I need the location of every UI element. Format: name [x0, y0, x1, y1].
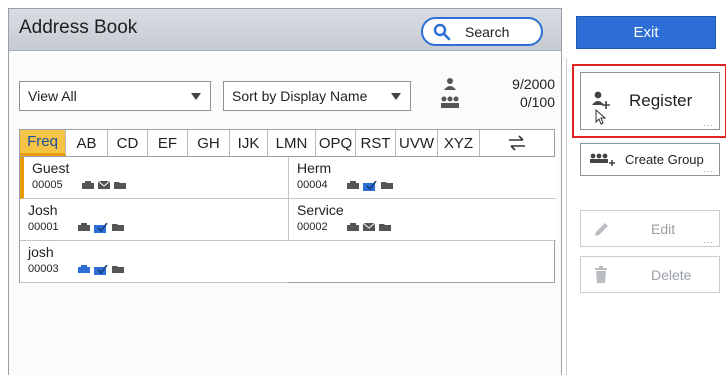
- entry-number: 00002: [297, 221, 328, 233]
- fax-icon: [347, 181, 359, 189]
- address-list-area: View All Sort by Display Name 9/2000 0/1…: [9, 51, 561, 375]
- fax-checked-icon: [78, 265, 90, 273]
- entry-herm[interactable]: Herm 00004: [288, 157, 556, 199]
- title-bar: Address Book Search: [9, 9, 561, 51]
- register-label: Register: [629, 91, 693, 110]
- trash-icon: [595, 266, 607, 283]
- create-group-button[interactable]: Create Group ...: [580, 143, 720, 176]
- pencil-icon: [595, 223, 608, 236]
- delete-label: Delete: [651, 267, 692, 283]
- address-entry-grid: Guest 00005 Herm 00004 Josh 00001 Servic…: [19, 157, 556, 283]
- entry-dest-icons: [82, 181, 126, 189]
- entry-dest-icons: [347, 181, 393, 191]
- search-icon: [433, 23, 451, 40]
- fax-icon: [82, 181, 94, 189]
- entry-guest[interactable]: Guest 00005: [20, 157, 288, 199]
- folder-icon: [114, 182, 126, 189]
- tab-ef[interactable]: EF: [148, 130, 188, 156]
- add-user-icon: [592, 91, 610, 109]
- entry-name: Guest: [32, 160, 70, 176]
- switch-icon: [509, 135, 525, 151]
- sort-select[interactable]: Sort by Display Name: [223, 81, 411, 111]
- email-checked-icon: [363, 181, 377, 191]
- entry-name: Josh: [28, 202, 58, 218]
- user-icon: [444, 78, 456, 90]
- address-book-screen: Address Book Search View All Sort by Dis…: [0, 0, 726, 375]
- entry-service[interactable]: Service 00002: [288, 199, 556, 241]
- user-count: 9/2000: [512, 76, 555, 92]
- add-group-icon: [590, 153, 615, 166]
- fax-icon: [78, 223, 90, 231]
- entry-number: 00001: [28, 221, 59, 233]
- entry-josh[interactable]: Josh 00001: [20, 199, 288, 241]
- address-book-panel: Address Book Search View All Sort by Dis…: [8, 8, 562, 375]
- fax-icon: [347, 223, 359, 231]
- tab-rst[interactable]: RST: [356, 130, 396, 156]
- entry-dest-icons: [78, 265, 124, 275]
- tab-cd[interactable]: CD: [108, 130, 148, 156]
- email-icon: [98, 181, 110, 189]
- folder-icon: [379, 224, 391, 231]
- entry-dest-icons: [78, 223, 124, 233]
- tab-ijk[interactable]: IJK: [230, 130, 268, 156]
- tab-gh[interactable]: GH: [188, 130, 230, 156]
- more-dots: ...: [703, 118, 714, 128]
- tab-uvw[interactable]: UVW: [396, 130, 438, 156]
- index-tabs: Freq AB CD EF GH IJK LMN OPQ RST UVW XYZ: [19, 129, 555, 157]
- group-count: 0/100: [519, 94, 555, 110]
- edit-label: Edit: [651, 221, 676, 237]
- view-filter-select[interactable]: View All: [19, 81, 211, 111]
- tab-lmn[interactable]: LMN: [268, 130, 316, 156]
- sort-value: Sort by Display Name: [232, 88, 368, 104]
- search-label: Search: [465, 23, 510, 40]
- delete-button[interactable]: Delete: [580, 256, 720, 293]
- tab-freq[interactable]: Freq: [20, 130, 66, 156]
- chevron-down-icon: [191, 93, 201, 100]
- entry-name: Herm: [297, 160, 332, 176]
- tab-switch[interactable]: [480, 130, 554, 156]
- tab-ab[interactable]: AB: [66, 130, 108, 156]
- chevron-down-icon: [391, 93, 401, 100]
- more-dots: ...: [703, 164, 714, 174]
- entry-dest-icons: [347, 223, 391, 231]
- page-title: Address Book: [19, 17, 138, 38]
- entry-number: 00003: [28, 263, 59, 275]
- email-icon: [363, 223, 375, 231]
- counts-values: 9/2000 0/100: [512, 75, 555, 111]
- tab-opq[interactable]: OPQ: [316, 130, 356, 156]
- email-checked-icon: [94, 265, 108, 275]
- entry-name: Service: [297, 202, 344, 218]
- folder-icon: [112, 266, 124, 273]
- create-group-label: Create Group: [625, 152, 704, 167]
- folder-icon: [112, 224, 124, 231]
- more-dots: ...: [703, 235, 714, 245]
- folder-icon: [381, 182, 393, 189]
- entry-number: 00004: [297, 179, 328, 191]
- search-button[interactable]: Search: [421, 17, 543, 46]
- view-filter-value: View All: [28, 88, 77, 104]
- cursor-icon: [595, 109, 607, 125]
- entry-name: josh: [28, 244, 54, 260]
- edit-button[interactable]: Edit ...: [580, 210, 720, 247]
- group-icon: [441, 96, 459, 108]
- email-checked-icon: [94, 223, 108, 233]
- pane-divider: [566, 58, 567, 375]
- tab-xyz[interactable]: XYZ: [438, 130, 480, 156]
- entry-counts: 9/2000 0/100: [439, 75, 559, 115]
- exit-button[interactable]: Exit: [576, 16, 716, 49]
- register-button[interactable]: Register ...: [580, 72, 720, 130]
- entry-number: 00005: [32, 179, 63, 191]
- entry-josh-lower[interactable]: josh 00003: [20, 241, 288, 283]
